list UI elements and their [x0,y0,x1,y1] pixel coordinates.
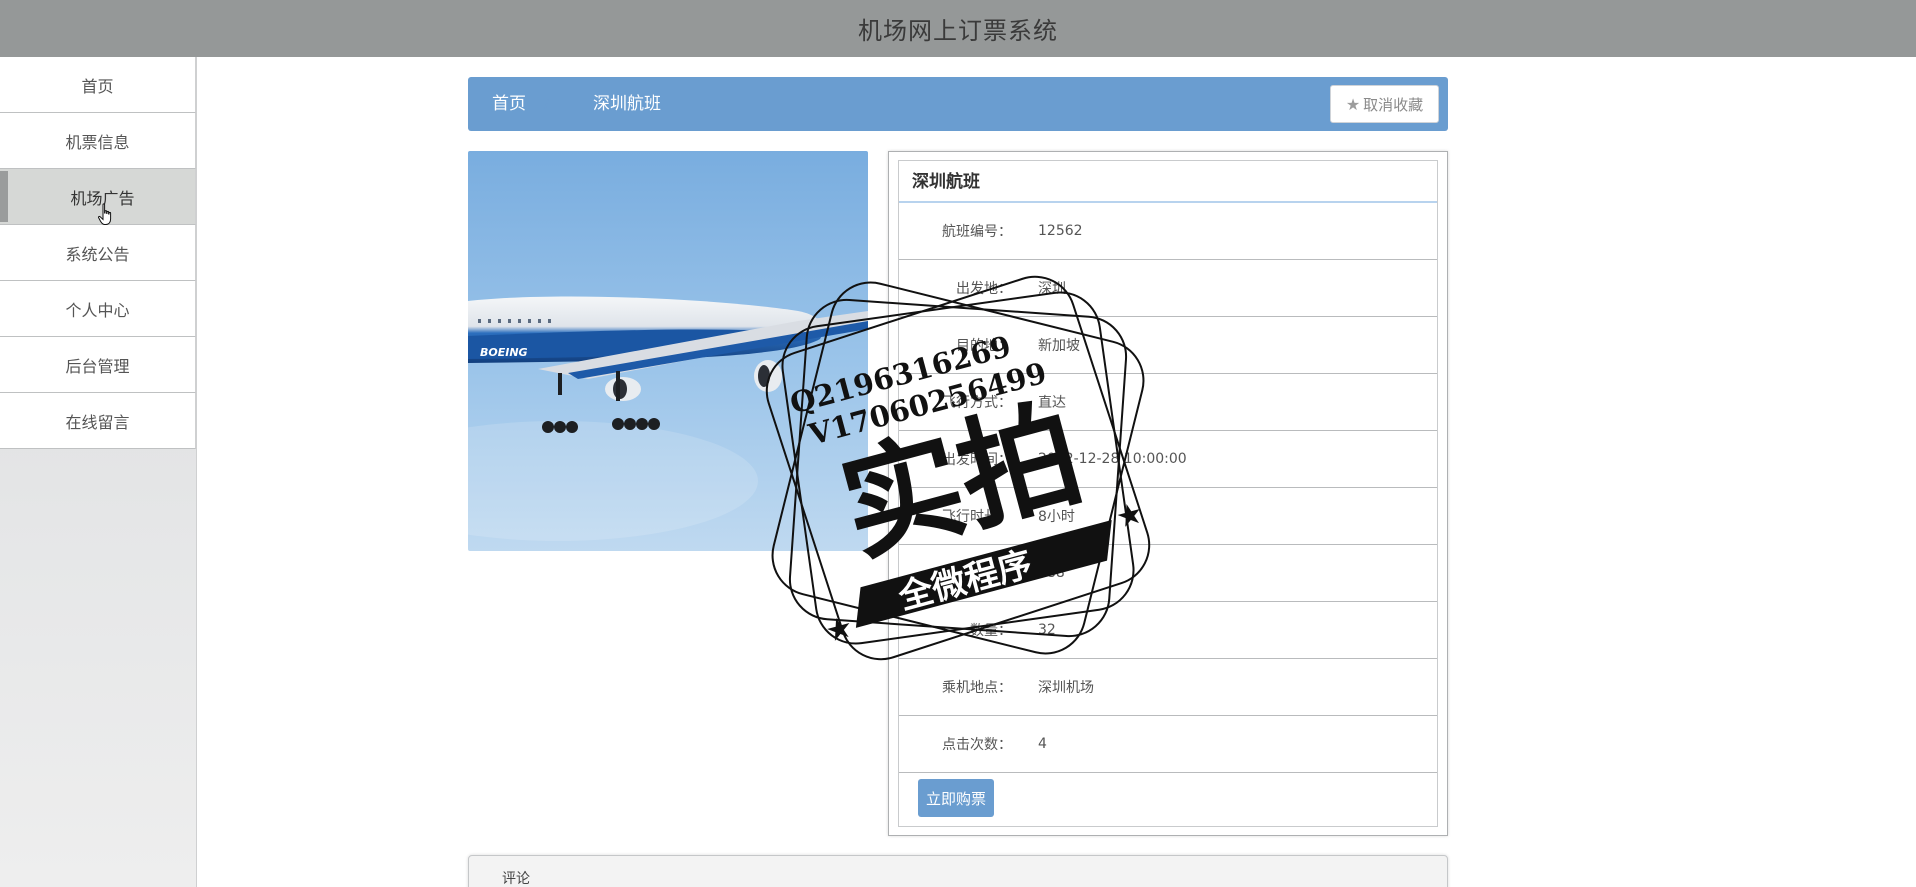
detail-row: 点击次数： 4 [899,716,1437,773]
sidebar: 首页 机票信息 机场广告 系统公告 个人中心 后台管理 在线留言 [0,57,197,887]
sidebar-item-messages[interactable]: 在线留言 [0,393,196,449]
sidebar-item-home[interactable]: 首页 [0,57,196,113]
detail-value: 直达 [1038,395,1066,411]
detail-label: 出发地： [956,281,1012,297]
detail-title: 深圳航班 [899,161,1437,203]
star-icon: ★ [1345,94,1361,114]
svg-text:BOEING: BOEING [480,346,528,359]
detail-label: 目的地： [956,338,1012,354]
detail-value: 新加坡 [1038,338,1080,354]
breadcrumb: 首页 / 深圳航班 ★ 取消收藏 [468,77,1448,131]
sidebar-item-admin[interactable]: 后台管理 [0,337,196,393]
unfavorite-label: 取消收藏 [1363,95,1424,114]
flight-detail-panel: 深圳航班 航班编号： 12562 出发地： 深圳 目的地： 新加坡 飞行方式： … [888,151,1448,836]
detail-value: 32 [1038,622,1056,638]
buy-row: 立即购票 [899,773,1437,823]
detail-value: 深圳机场 [1038,680,1094,696]
comment-section: 评论 [468,855,1448,887]
detail-label: 航班编号： [942,224,1012,240]
sidebar-item-tickets[interactable]: 机票信息 [0,113,196,169]
app-title: 机场网上订票系统 [858,17,1058,45]
comment-label: 评论 [502,871,530,887]
detail-value: 8小时 [1038,509,1075,525]
detail-row: 航班编号： 12562 [899,203,1437,260]
top-header: 机场网上订票系统 [0,0,1916,57]
detail-row: 价格： 888 [899,545,1437,602]
detail-label: 飞行方式： [942,395,1012,411]
detail-row: 出发时间： 2022-12-28 10:00:00 [899,431,1437,488]
unfavorite-button[interactable]: ★ 取消收藏 [1330,85,1439,123]
detail-row: 数量： 32 [899,602,1437,659]
sidebar-item-announcements[interactable]: 系统公告 [0,225,196,281]
detail-value: 2022-12-28 10:00:00 [1038,451,1187,467]
sidebar-item-personal-center[interactable]: 个人中心 [0,281,196,337]
detail-row: 目的地： 新加坡 [899,317,1437,374]
detail-label: 飞行时长： [942,509,1012,525]
detail-row: 出发地： 深圳 [899,260,1437,317]
flight-image: BOEING [468,151,868,551]
breadcrumb-home-link[interactable]: 首页 [492,77,526,131]
breadcrumb-separator: / [544,94,550,114]
detail-row: 飞行时长： 8小时 [899,488,1437,545]
detail-row: 飞行方式： 直达 [899,374,1437,431]
detail-value: 深圳 [1038,281,1066,297]
hand-cursor-icon [98,203,112,225]
detail-label: 乘机地点： [942,680,1012,696]
detail-label: 出发时间： [942,452,1012,468]
detail-row: 乘机地点： 深圳机场 [899,659,1437,716]
detail-label: 数量： [970,623,1012,639]
detail-label: 价格： [970,566,1012,582]
detail-value: 888 [1038,565,1065,581]
detail-value: 4 [1038,736,1047,752]
detail-value: 12562 [1038,223,1083,239]
buy-ticket-button[interactable]: 立即购票 [918,779,994,817]
breadcrumb-current: 深圳航班 [593,94,661,114]
star-icon: ★ [822,609,857,650]
detail-label: 点击次数： [942,737,1012,753]
